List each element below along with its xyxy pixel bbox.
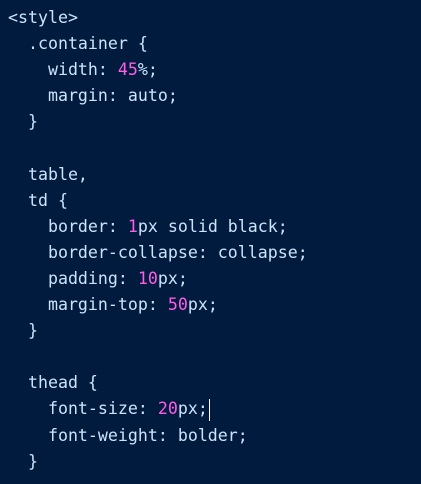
text-cursor	[208, 398, 211, 421]
code-line[interactable]: margin: auto;	[8, 83, 421, 109]
code-line[interactable]: .container {	[8, 31, 421, 57]
code-line[interactable]: width: 45%;	[8, 57, 421, 83]
code-number-token: 20	[157, 399, 178, 419]
code-editor[interactable]: <style> .container { width: 45%; margin:…	[0, 0, 421, 484]
code-text-token: table,	[8, 164, 88, 184]
code-number-token: 50	[167, 295, 188, 315]
code-number-token: 45	[117, 60, 138, 80]
code-text-token: font-size:	[8, 399, 158, 419]
code-text-token: border:	[8, 216, 128, 236]
code-text-token: px;	[157, 268, 188, 288]
code-line[interactable]: margin-top: 50px;	[8, 292, 421, 318]
code-line[interactable]: <style>	[8, 5, 421, 31]
code-number-token: 10	[137, 268, 158, 288]
code-text-token: }	[8, 112, 38, 132]
code-text-token: font-weight: bolder;	[8, 425, 248, 445]
code-text-token: width:	[8, 60, 118, 80]
code-line[interactable]	[8, 344, 421, 370]
code-line[interactable]: td {	[8, 188, 421, 214]
code-text-token: .container {	[8, 34, 148, 54]
code-text-token: px solid black;	[137, 216, 288, 236]
code-text-token: padding:	[8, 268, 138, 288]
code-text-token: }	[8, 321, 38, 341]
code-text-token: %;	[137, 60, 158, 80]
code-line[interactable]: font-weight: bolder;	[8, 423, 421, 449]
code-line[interactable]: }	[8, 318, 421, 344]
code-text-token: thead {	[8, 373, 98, 393]
code-line[interactable]: padding: 10px;	[8, 266, 421, 292]
code-text-token: margin-top:	[8, 295, 168, 315]
code-line[interactable]	[8, 135, 421, 161]
code-line[interactable]: }	[8, 449, 421, 475]
code-text-token: border-collapse: collapse;	[8, 242, 308, 262]
code-text-token: <style>	[8, 8, 78, 27]
code-text-token: px;	[187, 295, 218, 315]
code-line[interactable]: thead {	[8, 370, 421, 396]
code-line[interactable]: }	[8, 109, 421, 135]
code-text-token: td {	[8, 190, 68, 210]
code-text-token: px;	[177, 399, 208, 419]
code-number-token: 1	[127, 216, 138, 236]
code-line[interactable]: table,	[8, 162, 421, 188]
code-text-token: }	[8, 451, 38, 471]
code-line[interactable]: border-collapse: collapse;	[8, 240, 421, 266]
code-line[interactable]: font-size: 20px;	[8, 396, 421, 422]
code-text-token: margin: auto;	[8, 86, 178, 106]
code-line[interactable]: border: 1px solid black;	[8, 214, 421, 240]
